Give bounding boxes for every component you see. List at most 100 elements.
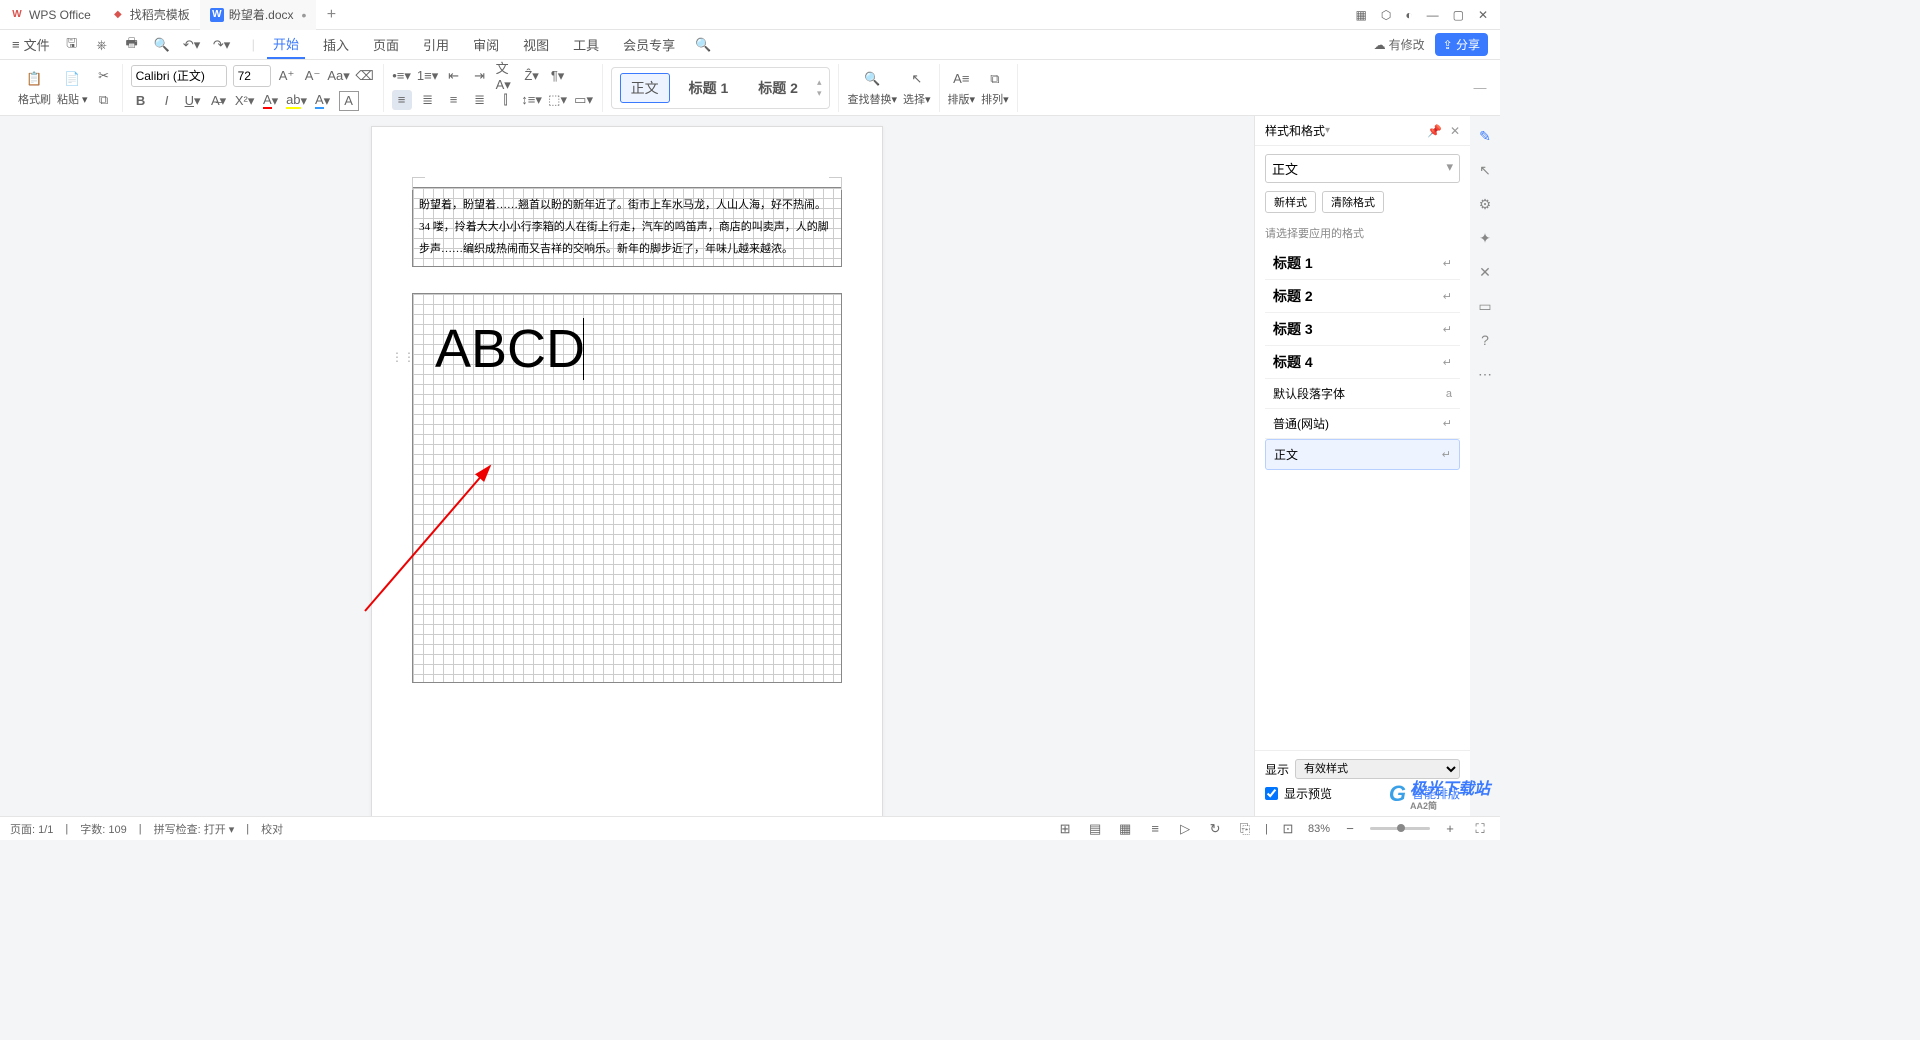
- style-h2[interactable]: 标题 2: [747, 73, 809, 103]
- save-icon[interactable]: 🖫: [62, 35, 82, 55]
- indent-icon[interactable]: ⇥: [470, 66, 490, 86]
- cut-icon[interactable]: ✂: [94, 66, 114, 86]
- outline-view-icon[interactable]: ≡: [1145, 819, 1165, 839]
- change-case-icon[interactable]: Aa▾: [329, 66, 349, 86]
- fit-icon[interactable]: ⊡: [1278, 819, 1298, 839]
- style-entry-h1[interactable]: 标题 1↵: [1265, 247, 1460, 280]
- arrange-icon[interactable]: ⧉: [985, 69, 1005, 89]
- print2-icon[interactable]: 🖶: [122, 35, 142, 55]
- big-text-block[interactable]: ⋮⋮ ABCD: [412, 293, 842, 683]
- fullscreen-icon[interactable]: ⛶: [1470, 819, 1490, 839]
- tab-templates[interactable]: ◆ 找稻壳模板: [101, 0, 200, 30]
- tab-wps-home[interactable]: W WPS Office: [0, 0, 101, 30]
- style-entry-h3[interactable]: 标题 3↵: [1265, 313, 1460, 346]
- align-justify-icon[interactable]: ≣: [470, 90, 490, 110]
- menu-insert[interactable]: 插入: [317, 31, 355, 58]
- superscript-icon[interactable]: X²▾: [235, 91, 255, 111]
- help-icon[interactable]: ?: [1475, 330, 1495, 350]
- show-marks-icon[interactable]: ¶▾: [548, 66, 568, 86]
- gallery-up-icon[interactable]: ▴: [817, 77, 822, 88]
- font-name-select[interactable]: [131, 65, 227, 87]
- search-icon[interactable]: 🔍: [693, 35, 713, 55]
- avatar-icon[interactable]: ◐: [1405, 8, 1412, 22]
- style-entry-body[interactable]: 正文↵: [1265, 439, 1460, 470]
- settings-icon[interactable]: ⚙: [1475, 194, 1495, 214]
- current-style-select[interactable]: 正文 ▾: [1265, 154, 1460, 183]
- print-icon[interactable]: ⎈: [92, 35, 112, 55]
- find-icon[interactable]: 🔍: [862, 69, 882, 89]
- section-icon[interactable]: ⊞: [1055, 819, 1075, 839]
- page-view-icon[interactable]: ▦: [1115, 819, 1135, 839]
- collapse-ribbon-icon[interactable]: —: [1470, 78, 1490, 98]
- font-color-icon[interactable]: A▾: [261, 91, 281, 111]
- maximize-icon[interactable]: ▢: [1453, 8, 1464, 22]
- zoom-level[interactable]: 83%: [1308, 823, 1330, 835]
- zoom-out-icon[interactable]: −: [1340, 819, 1360, 839]
- edit-icon[interactable]: ✎: [1475, 126, 1495, 146]
- border-icon[interactable]: ▭▾: [574, 90, 594, 110]
- menu-page[interactable]: 页面: [367, 31, 405, 58]
- menu-start[interactable]: 开始: [267, 30, 305, 59]
- file-menu[interactable]: ≡ 文件: [12, 35, 50, 54]
- style-entry-h2[interactable]: 标题 2↵: [1265, 280, 1460, 313]
- format-painter-icon[interactable]: 📋: [25, 69, 45, 89]
- menu-tools[interactable]: 工具: [567, 31, 605, 58]
- close-icon[interactable]: ✕: [1478, 8, 1488, 22]
- preview-checkbox[interactable]: [1265, 787, 1278, 800]
- preview-icon[interactable]: 🔍: [152, 35, 172, 55]
- shading-icon[interactable]: A▾: [313, 91, 333, 111]
- proof-status[interactable]: 校对: [261, 821, 283, 837]
- menu-view[interactable]: 视图: [517, 31, 555, 58]
- redo-icon[interactable]: ↷▾: [212, 35, 232, 55]
- char-border-icon[interactable]: A: [339, 91, 359, 111]
- menu-vip[interactable]: 会员专享: [617, 31, 681, 58]
- paste-icon[interactable]: 📄: [62, 69, 82, 89]
- close-panel-icon[interactable]: ✕: [1450, 124, 1460, 138]
- para-shading-icon[interactable]: ⬚▾: [548, 90, 568, 110]
- number-list-icon[interactable]: 1≡▾: [418, 66, 438, 86]
- book-icon[interactable]: ▭: [1475, 296, 1495, 316]
- app-grid-icon[interactable]: ▦: [1356, 8, 1367, 22]
- clear-format-icon[interactable]: ⌫: [355, 66, 375, 86]
- share-button[interactable]: ⇪ 分享: [1435, 33, 1488, 56]
- align-center-icon[interactable]: ≣: [418, 90, 438, 110]
- bold-icon[interactable]: B: [131, 91, 151, 111]
- undo-icon[interactable]: ↶▾: [182, 35, 202, 55]
- menu-review[interactable]: 审阅: [467, 31, 505, 58]
- highlight-icon[interactable]: ab▾: [287, 91, 307, 111]
- page-indicator[interactable]: 页面: 1/1: [10, 821, 53, 837]
- link-icon[interactable]: ⎘: [1235, 819, 1255, 839]
- new-style-button[interactable]: 新样式: [1265, 191, 1316, 213]
- underline-icon[interactable]: U▾: [183, 91, 203, 111]
- gallery-down-icon[interactable]: ▾: [817, 88, 822, 99]
- clear-format-button[interactable]: 清除格式: [1322, 191, 1384, 213]
- text-direction-icon[interactable]: 文A▾: [496, 66, 516, 86]
- decrease-font-icon[interactable]: A⁻: [303, 66, 323, 86]
- minimize-icon[interactable]: —: [1427, 8, 1439, 22]
- play-icon[interactable]: ▷: [1175, 819, 1195, 839]
- align-distribute-icon[interactable]: ⫿: [496, 90, 516, 110]
- word-count[interactable]: 字数: 109: [80, 821, 126, 837]
- style-entry-web-normal[interactable]: 普通(网站)↵: [1265, 409, 1460, 439]
- more-icon[interactable]: ⋯: [1475, 364, 1495, 384]
- drag-handle-icon[interactable]: ⋮⋮: [391, 350, 415, 364]
- pin-icon[interactable]: 📌: [1427, 124, 1442, 138]
- outdent-icon[interactable]: ⇤: [444, 66, 464, 86]
- tab-document[interactable]: W 盼望着.docx •: [200, 0, 317, 30]
- spellcheck-status[interactable]: 拼写检查: 打开 ▾: [154, 821, 235, 837]
- font-size-select[interactable]: [233, 65, 271, 87]
- wrap-icon[interactable]: ↻: [1205, 819, 1225, 839]
- style-normal[interactable]: 正文: [620, 73, 670, 103]
- style-h1[interactable]: 标题 1: [678, 73, 740, 103]
- line-spacing-icon[interactable]: ↕≡▾: [522, 90, 542, 110]
- strike-icon[interactable]: A̶▾: [209, 91, 229, 111]
- style-entry-default-font[interactable]: 默认段落字体a: [1265, 379, 1460, 409]
- menu-reference[interactable]: 引用: [417, 31, 455, 58]
- style-entry-h4[interactable]: 标题 4↵: [1265, 346, 1460, 379]
- copy-icon[interactable]: ⧉: [94, 90, 114, 110]
- paragraph-block[interactable]: 盼望着，盼望着……翘首以盼的新年近了。街市上车水马龙，人山人海，好不热闹。34 …: [412, 187, 842, 267]
- tools-icon[interactable]: ✕: [1475, 262, 1495, 282]
- ai-icon[interactable]: ✦: [1475, 228, 1495, 248]
- tab-add[interactable]: +: [316, 6, 346, 24]
- page[interactable]: 盼望着，盼望着……翘首以盼的新年近了。街市上车水马龙，人山人海，好不热闹。34 …: [371, 126, 883, 816]
